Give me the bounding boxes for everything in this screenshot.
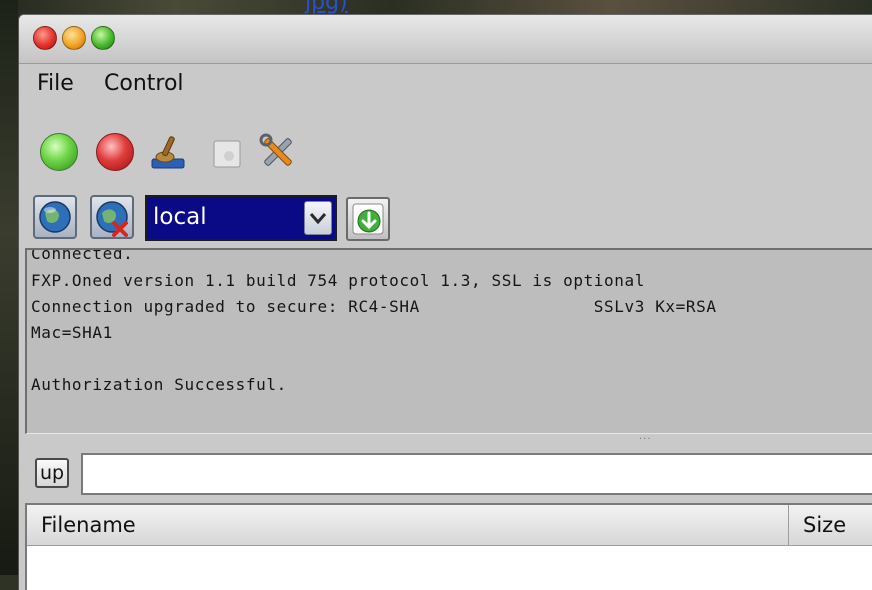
app-window: File Control local Connected. FXP.Oned v… (18, 14, 872, 590)
minimize-window-button[interactable] (62, 26, 86, 50)
tools-icon[interactable] (259, 133, 297, 171)
background-link[interactable]: jpg) (305, 0, 348, 14)
log-line: Connected. (31, 248, 134, 263)
file-table[interactable]: Filename Size (25, 503, 872, 590)
panel-splitter[interactable]: ··· (25, 435, 872, 449)
log-panel[interactable]: Connected. FXP.Oned version 1.1 build 75… (25, 248, 872, 434)
log-line: FXP.Oned version 1.1 build 754 protocol … (31, 271, 645, 290)
log-line: Mac=SHA1 (31, 323, 113, 342)
green-circle-icon[interactable] (40, 133, 78, 171)
up-button[interactable]: up (35, 458, 69, 488)
column-label: Size (803, 513, 847, 537)
title-bar (19, 15, 872, 64)
download-icon[interactable] (346, 197, 390, 241)
maximize-window-button[interactable] (91, 26, 115, 50)
red-circle-icon[interactable] (96, 133, 134, 171)
close-window-button[interactable] (33, 26, 57, 50)
path-input[interactable] (81, 453, 872, 495)
table-header: Filename Size (27, 505, 872, 546)
column-header-size[interactable]: Size (789, 505, 872, 545)
desktop-background-left (0, 0, 18, 575)
site-select-value: local (153, 204, 207, 230)
globe-x-icon[interactable] (90, 195, 134, 239)
menu-control[interactable]: Control (104, 71, 184, 96)
site-select[interactable]: local (145, 195, 337, 241)
menu-bar: File Control (19, 67, 872, 99)
splitter-grip-icon[interactable]: ··· (639, 435, 665, 445)
log-line: Connection upgraded to secure: RC4-SHA S… (31, 297, 717, 316)
column-header-filename[interactable]: Filename (27, 505, 789, 545)
log-line: Authorization Successful. (31, 375, 287, 394)
broom-icon[interactable] (149, 133, 187, 171)
blank-icon[interactable] (212, 139, 242, 169)
column-label: Filename (41, 513, 136, 537)
chevron-down-icon[interactable] (304, 201, 332, 235)
menu-file[interactable]: File (37, 71, 74, 96)
globe-icon[interactable] (33, 195, 77, 239)
